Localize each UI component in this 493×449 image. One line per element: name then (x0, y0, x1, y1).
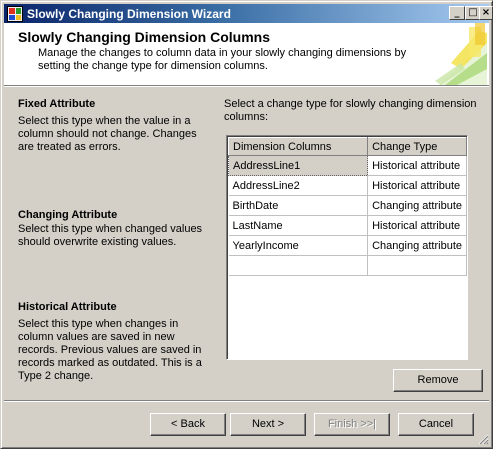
dimension-column-cell[interactable]: AddressLine1 (227, 155, 369, 176)
window-title: Slowly Changing Dimension Wizard (27, 7, 231, 21)
maximize-icon: □ (468, 7, 478, 18)
change-type-cell[interactable]: Historical attribute (367, 155, 467, 176)
wizard-window: Slowly Changing Dimension Wizard _ □ × S… (0, 0, 493, 449)
title-bar[interactable]: Slowly Changing Dimension Wizard _ □ × (4, 4, 493, 23)
next-button[interactable]: Next > (230, 413, 306, 436)
section-description: Select this type when changes in column … (18, 318, 202, 382)
change-type-cell[interactable]: Historical attribute (367, 215, 467, 236)
section-heading: Changing Attribute (18, 209, 118, 221)
page-title: Slowly Changing Dimension Columns (18, 29, 271, 45)
back-button-label: < Back (171, 418, 205, 430)
minimize-icon: _ (454, 7, 460, 18)
change-type-cell[interactable] (367, 255, 467, 276)
column-header-dimension-columns[interactable]: Dimension Columns (227, 137, 369, 156)
dimension-columns-grid[interactable]: Dimension Columns Change Type AddressLin… (226, 135, 468, 360)
new-row[interactable] (228, 255, 467, 276)
table-row[interactable]: YearlyIncome Changing attribute (228, 235, 467, 256)
app-icon (7, 6, 23, 22)
table-row[interactable]: AddressLine2 Historical attribute (228, 175, 467, 196)
wizard-header: Slowly Changing Dimension Columns Manage… (4, 23, 489, 86)
minimize-button[interactable]: _ (449, 6, 465, 20)
section-description: Select this type when changed values sho… (18, 223, 203, 248)
cancel-button[interactable]: Cancel (398, 413, 474, 436)
historical-attribute-section: Historical Attribute Select this type wh… (18, 301, 208, 383)
wizard-banner-graphic (431, 23, 487, 85)
dimension-column-cell[interactable]: YearlyIncome (228, 235, 369, 256)
cancel-button-label: Cancel (418, 418, 454, 430)
section-description: Select this type when the value in a col… (18, 115, 197, 153)
dimension-column-cell[interactable]: AddressLine2 (228, 175, 369, 196)
dimension-column-cell[interactable]: BirthDate (228, 195, 369, 216)
next-button-label: Next > (251, 418, 285, 430)
changing-attribute-section: Changing Attribute Select this type when… (18, 209, 208, 249)
header-divider (4, 86, 489, 87)
resize-grip-icon[interactable] (477, 433, 489, 445)
page-description: Manage the changes to column data in you… (38, 47, 407, 72)
close-icon: × (481, 7, 491, 18)
dimension-column-cell[interactable]: LastName (228, 215, 369, 236)
table-row[interactable]: AddressLine1 Historical attribute (227, 155, 467, 176)
table-row[interactable]: LastName Historical attribute (228, 215, 467, 236)
change-type-cell[interactable]: Changing attribute (367, 195, 467, 216)
back-button[interactable]: < Back (150, 413, 226, 436)
finish-button: Finish >>| (314, 413, 390, 436)
dimension-column-cell[interactable] (228, 255, 369, 276)
footer-divider (4, 400, 489, 402)
column-header-change-type[interactable]: Change Type (367, 137, 467, 156)
columns-table: Dimension Columns Change Type AddressLin… (227, 137, 467, 276)
grid-prompt: Select a change type for slowly changing… (224, 98, 477, 123)
fixed-attribute-section: Fixed Attribute Select this type when th… (18, 98, 208, 154)
close-button[interactable]: × (479, 6, 493, 20)
change-type-cell[interactable]: Historical attribute (367, 175, 467, 196)
table-row[interactable]: BirthDate Changing attribute (228, 195, 467, 216)
remove-button-label: Remove (417, 374, 459, 386)
remove-button[interactable]: Remove (393, 369, 483, 392)
section-heading: Historical Attribute (18, 301, 117, 313)
finish-button-label: Finish >>| (327, 418, 377, 430)
section-heading: Fixed Attribute (18, 98, 96, 110)
change-type-cell[interactable]: Changing attribute (367, 235, 467, 256)
